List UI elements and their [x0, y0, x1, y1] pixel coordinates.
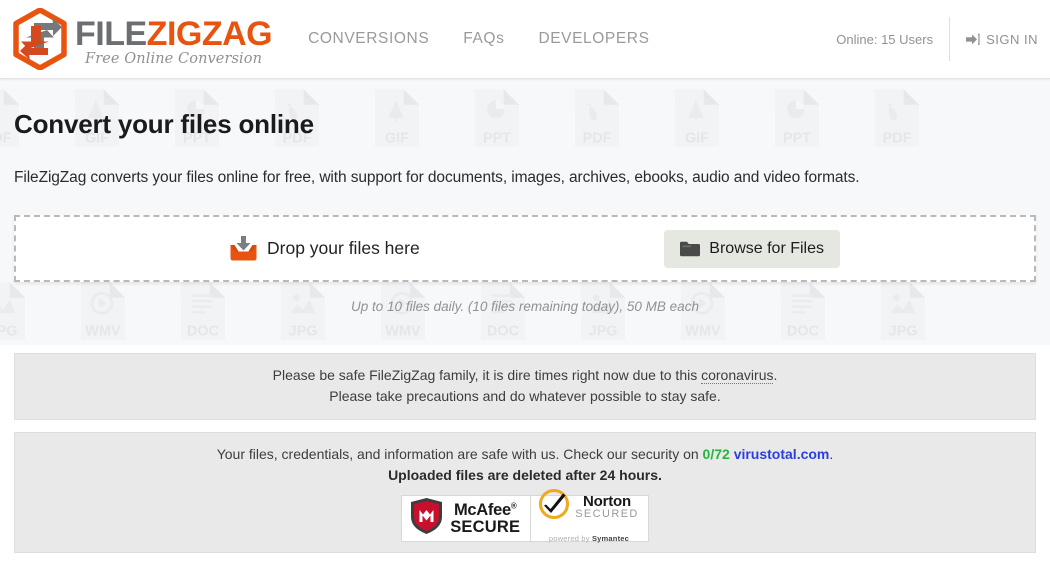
nav-faqs[interactable]: FAQs	[463, 30, 504, 48]
mcafee-badge-text: McAfee® SECURE	[450, 502, 520, 535]
nav-conversions[interactable]: CONVERSIONS	[308, 30, 429, 48]
svg-text:DOC: DOC	[787, 323, 819, 339]
svg-text:WMV: WMV	[685, 323, 721, 339]
mcafee-registered-mark: ®	[510, 501, 517, 511]
header-right-group: Online: 15 Users SIGN IN	[836, 17, 1050, 61]
sign-in-arrow-icon	[966, 33, 980, 46]
logo-text-zigzag: ZIGZAG	[146, 14, 273, 53]
coronavirus-notice: Please be safe FileZigZag family, it is …	[14, 353, 1036, 420]
sign-in-label: SIGN IN	[986, 31, 1038, 47]
file-dropzone[interactable]: Drop your files here Browse for Files	[14, 215, 1036, 282]
norton-brand-label: Norton	[583, 493, 631, 510]
notices-section: Please be safe FileZigZag family, it is …	[0, 353, 1050, 553]
browse-for-files-button[interactable]: Browse for Files	[664, 229, 840, 268]
logo-home-link[interactable]: FILEZIGZAG Free Online Conversion	[0, 7, 273, 71]
coronavirus-notice-text-before: Please be safe FileZigZag family, it is …	[272, 367, 702, 383]
svg-text:WMV: WMV	[385, 323, 421, 339]
svg-text:JPG: JPG	[889, 323, 918, 339]
security-notice-text-after: .	[829, 446, 834, 462]
sign-in-button[interactable]: SIGN IN	[950, 32, 1038, 47]
hero-section: PDFGIFPPTPDFGIFPPTPDFGIFPPTPDF JPGWMVDOC…	[0, 79, 1050, 345]
security-notice: Your files, credentials, and information…	[14, 432, 1036, 553]
coronavirus-link[interactable]: coronavirus	[701, 367, 774, 384]
virustotal-score: 0/72	[702, 446, 730, 462]
svg-text:JPG: JPG	[289, 323, 318, 339]
online-users-count: Online: 15 Users	[836, 31, 934, 47]
norton-powered-by: powered by Symantec	[539, 528, 639, 549]
coronavirus-notice-line-1: Please be safe FileZigZag family, it is …	[25, 365, 1025, 386]
coronavirus-notice-line-2: Please take precautions and do whatever …	[329, 388, 721, 404]
mcafee-secure-label: SECURE	[450, 517, 521, 536]
page-subtitle: FileZigZag converts your files online fo…	[14, 169, 860, 186]
svg-text:DOC: DOC	[487, 323, 519, 339]
security-notice-text-before: Your files, credentials, and information…	[216, 446, 703, 462]
site-header: FILEZIGZAG Free Online Conversion CONVER…	[0, 0, 1050, 79]
norton-powered-prefix: powered by	[548, 534, 592, 543]
file-deletion-policy: Uploaded files are deleted after 24 hour…	[388, 467, 662, 483]
mcafee-brand-label: McAfee	[453, 501, 511, 519]
logo-wordmark: FILEZIGZAG Free Online Conversion	[75, 14, 273, 67]
logo-tagline: Free Online Conversion	[85, 50, 263, 67]
dropzone-label: Drop your files here	[267, 238, 420, 258]
page-title: Convert your files online	[14, 109, 314, 139]
svg-text:JPG: JPG	[0, 323, 17, 339]
virustotal-link[interactable]: virustotal.com	[734, 446, 830, 462]
upload-limits-text: Up to 10 files daily. (10 files remainin…	[351, 299, 699, 314]
mcafee-shield-icon	[410, 497, 443, 541]
security-notice-line-1: Your files, credentials, and information…	[25, 444, 1025, 465]
svg-text:DOC: DOC	[187, 323, 219, 339]
browse-button-label: Browse for Files	[709, 239, 824, 257]
svg-text:WMV: WMV	[85, 323, 121, 339]
symantec-label: Symantec	[591, 534, 630, 543]
mcafee-secure-badge[interactable]: McAfee® SECURE	[401, 495, 532, 542]
download-tray-icon	[230, 236, 257, 261]
logo-text-file: FILE	[75, 14, 147, 53]
norton-secured-badge[interactable]: Norton SECURED powered by Symantec	[531, 489, 649, 543]
folder-icon	[680, 241, 701, 257]
dropzone-label-group: Drop your files here	[230, 236, 420, 261]
main-navigation: CONVERSIONS FAQs DEVELOPERS	[308, 30, 649, 48]
norton-badge-content: Norton SECURED powered by Symantec	[539, 489, 639, 549]
filezigzag-hexagon-arrows-logo	[12, 7, 68, 71]
security-badges: McAfee® SECURE Norton SECURED powered by…	[25, 489, 1025, 543]
svg-text:JPG: JPG	[589, 323, 618, 339]
norton-secured-label: SECURED	[575, 508, 639, 520]
nav-developers[interactable]: DEVELOPERS	[538, 30, 649, 48]
norton-checkmark-icon	[539, 489, 570, 525]
coronavirus-notice-text-after: .	[773, 367, 778, 383]
